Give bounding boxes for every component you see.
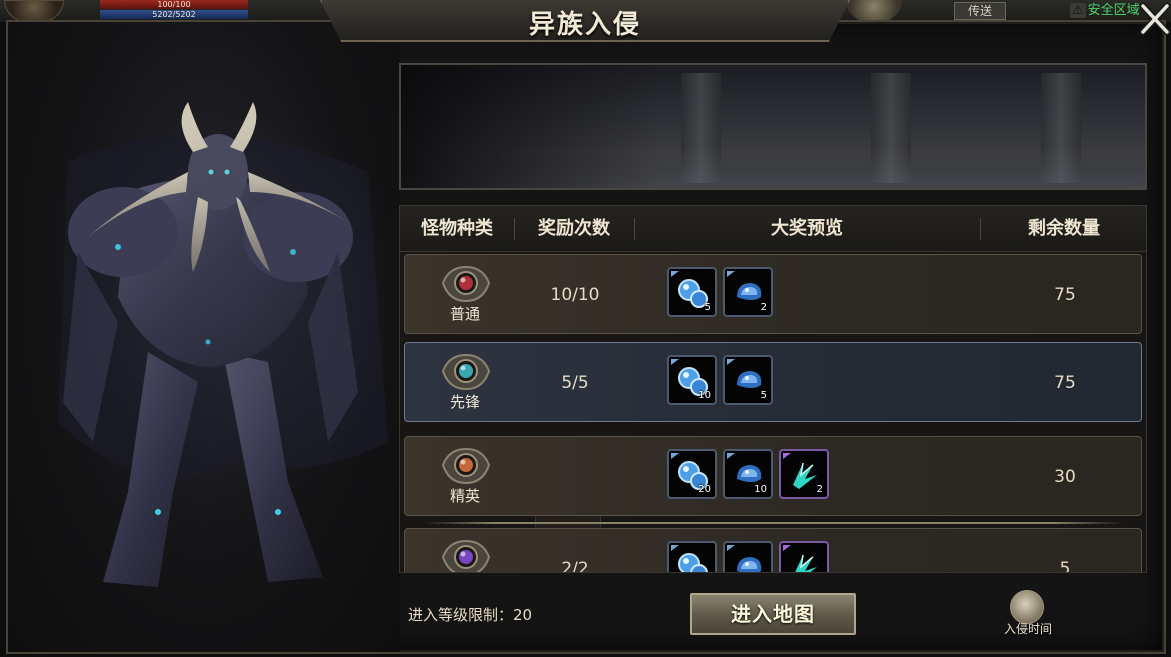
row-divider	[424, 522, 1124, 524]
table-header: 怪物种类 奖励次数 大奖预览 剩余数量	[400, 206, 1146, 252]
monster-type-label: 先锋	[449, 393, 480, 411]
reward-preview-list: 10 5	[667, 355, 773, 407]
remaining-count: 75	[1054, 285, 1076, 305]
close-button[interactable]	[1139, 2, 1171, 36]
reward-item[interactable]	[779, 541, 829, 572]
warning-icon: ⚠	[1070, 3, 1086, 18]
header-monster-type: 怪物种类	[421, 218, 493, 239]
reward-preview-list: 52	[667, 267, 773, 319]
invasion-table: 怪物种类 奖励次数 大奖预览 剩余数量 普通 10/10 5 2 75 先锋 5/5 10 5 7…	[399, 205, 1147, 573]
reward-item[interactable]	[723, 541, 773, 572]
hp-bar: 100/100	[100, 0, 248, 9]
header-reward-count: 奖励次数	[538, 218, 610, 239]
mp-bar: 5202/5202	[100, 10, 248, 19]
monster-type-label: 精英	[449, 487, 480, 505]
safe-zone-label: 安全区域	[1087, 3, 1140, 18]
reward-count: 2/2	[561, 559, 589, 573]
reward-item[interactable]: 10	[667, 355, 717, 405]
item-quantity: 5	[704, 302, 711, 313]
reward-item[interactable]: 2	[723, 267, 773, 317]
remaining-count: 5	[1059, 559, 1071, 573]
smoke-effect	[68, 112, 400, 492]
enter-map-button[interactable]: 进入地图	[690, 593, 856, 635]
header-remaining: 剩余数量	[1028, 218, 1100, 239]
reward-item[interactable]: 5	[723, 355, 773, 405]
remaining-count: 75	[1054, 373, 1076, 393]
item-quantity: 10	[754, 484, 767, 495]
reward-preview-list: 20 10 2	[667, 449, 829, 501]
item-quantity: 2	[760, 302, 767, 313]
reward-preview-list	[667, 541, 829, 572]
transfer-button[interactable]: 传送	[954, 2, 1006, 20]
level-limit-text: 进入等级限制：20	[408, 606, 533, 624]
item-quantity: 5	[760, 390, 767, 401]
monster-badge-icon	[439, 535, 493, 572]
reward-item[interactable]: 2	[779, 449, 829, 499]
reward-count: 5/5	[561, 373, 589, 393]
reward-item[interactable]: 5	[667, 267, 717, 317]
banner-shade	[401, 65, 661, 188]
player-stat-bars: 100/100 5202/5202	[100, 0, 248, 20]
table-row[interactable]: 精英 20 10 2 30	[404, 436, 1142, 516]
reward-item[interactable]: 10	[723, 449, 773, 499]
close-icon	[1139, 2, 1171, 36]
monster-type-label: 普通	[449, 305, 480, 323]
item-quantity: 10	[698, 390, 711, 401]
table-row[interactable]: 普通 10/10 5 2 75	[404, 254, 1142, 334]
table-row[interactable]: 2/2 5	[404, 528, 1142, 573]
item-quantity: 2	[816, 484, 823, 495]
monster-badge-icon	[439, 261, 493, 307]
invade-time-label: 入侵时间	[1003, 622, 1052, 636]
monster-badge-icon	[439, 349, 493, 395]
map-banner-image	[399, 63, 1147, 190]
safe-zone-indicator: ⚠ 安全区域	[1070, 2, 1140, 20]
table-row[interactable]: 先锋 5/5 10 5 75	[404, 342, 1142, 422]
item-quantity: 20	[698, 484, 711, 495]
reward-item[interactable]	[667, 541, 717, 572]
header-grand-prize-preview: 大奖预览	[771, 218, 843, 239]
dialog-title: 异族入侵	[528, 10, 641, 40]
remaining-count: 30	[1054, 467, 1076, 487]
reward-item[interactable]: 20	[667, 449, 717, 499]
monster-showcase	[8, 22, 400, 652]
monster-badge-icon	[439, 443, 493, 489]
invade-time-button[interactable]: 入侵时间	[996, 590, 1060, 640]
reward-count: 10/10	[550, 285, 600, 305]
flag-icon	[1010, 590, 1044, 624]
